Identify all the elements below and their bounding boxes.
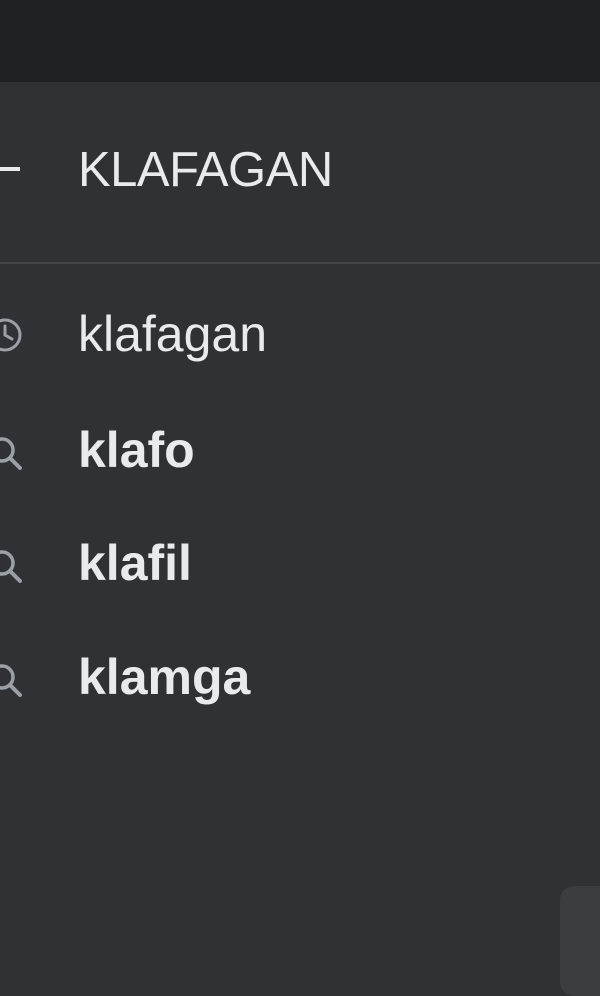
suggestion-item-query[interactable]: klafo [0,382,600,492]
suggestion-label: klamga [78,649,251,705]
history-clock-icon [0,316,24,354]
top-bar [0,0,600,82]
search-input-row[interactable]: KLAFAGAN [0,82,600,262]
suggestion-label: klafo [78,422,195,478]
search-suggestions-panel: KLAFAGAN klafagan klafo klafil klamga [0,82,600,996]
search-input[interactable]: KLAFAGAN [78,140,333,200]
back-arrow-icon[interactable] [0,158,20,180]
suggestion-item-history[interactable]: klafagan [0,264,600,374]
suggestion-item-query[interactable]: klamga [0,609,600,719]
suggestion-label: klafil [78,535,192,591]
corner-tab [560,886,600,996]
search-icon [0,661,24,699]
search-icon [0,547,24,585]
search-icon [0,434,24,472]
suggestion-label: klafagan [78,306,268,362]
suggestion-item-query[interactable]: klafil [0,495,600,605]
